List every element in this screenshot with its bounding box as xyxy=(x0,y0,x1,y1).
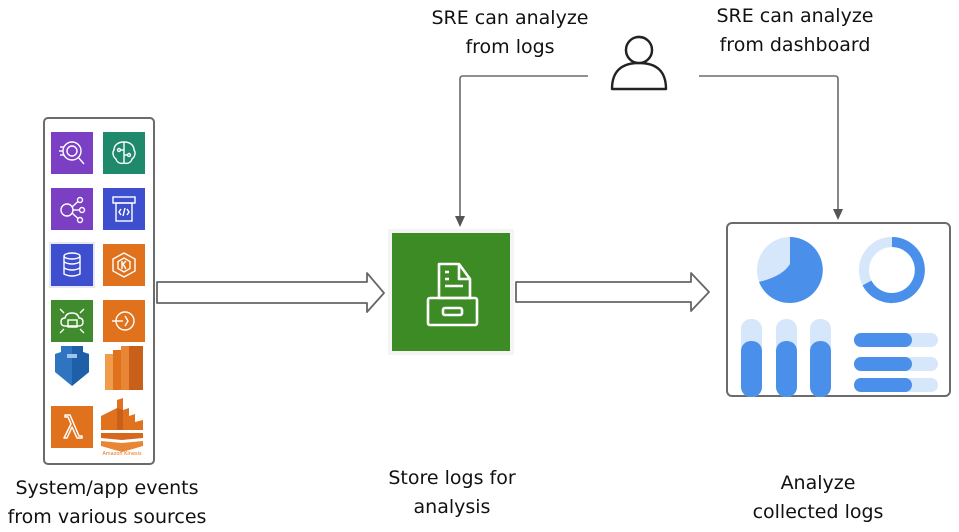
dashboard-icon xyxy=(741,237,938,397)
caption-line: Analyze xyxy=(780,472,856,494)
hbar-fill xyxy=(854,357,912,371)
user-icon[interactable] xyxy=(608,32,670,92)
network-graph-icon xyxy=(51,188,93,230)
note-line: from dashboard xyxy=(719,34,871,56)
arrowhead-to-dashboard xyxy=(833,209,843,220)
cloud-folder-icon xyxy=(51,300,93,342)
hbar-fill xyxy=(854,378,912,392)
caption-line: Store logs for xyxy=(388,467,516,489)
caption-store: Store logs for analysis xyxy=(367,464,537,522)
database-icon xyxy=(51,244,93,286)
connector-actor-to-dashboard xyxy=(699,75,839,209)
connector-actor-to-store xyxy=(459,75,588,216)
kubernetes-icon xyxy=(103,244,145,286)
log-store[interactable] xyxy=(388,229,514,355)
kinesis-icon: Amazon Kinesis xyxy=(97,396,147,462)
caption-analyze: Analyze collected logs xyxy=(733,469,903,527)
bar-fill xyxy=(810,341,831,397)
caption-line: from various sources xyxy=(7,506,207,528)
monitoring-gauge-icon xyxy=(103,300,145,342)
note-line: SRE can analyze xyxy=(716,5,874,27)
hbar-fill xyxy=(854,333,912,347)
caption-line: analysis xyxy=(413,496,491,518)
caption-line: System/app events xyxy=(15,477,199,499)
bar-fill xyxy=(741,341,762,397)
note-line: SRE can analyze xyxy=(431,7,589,29)
kinesis-caption: Amazon Kinesis xyxy=(102,451,142,457)
note-sre-logs: SRE can analyze from logs xyxy=(425,4,595,62)
block-arrow-sources-to-store xyxy=(156,272,385,313)
event-sources-panel: Amazon Kinesis xyxy=(43,117,155,465)
caption-line: collected logs xyxy=(752,501,884,523)
analytics-dashboard[interactable] xyxy=(726,222,951,397)
ec2-compute-icon xyxy=(101,344,147,394)
storage-gateway-icon xyxy=(51,344,93,386)
bar-fill xyxy=(776,341,797,397)
log-archive-icon xyxy=(392,233,510,351)
note-sre-dashboard: SRE can analyze from dashboard xyxy=(705,2,885,60)
api-code-icon xyxy=(103,188,145,230)
arrowhead-to-store xyxy=(455,216,465,227)
note-line: from logs xyxy=(465,36,555,58)
block-arrow-store-to-dashboard xyxy=(515,272,710,312)
lambda-icon xyxy=(51,406,93,448)
brain-ml-icon xyxy=(103,132,145,174)
caption-sources: System/app events from various sources xyxy=(0,474,214,532)
search-analytics-icon xyxy=(51,132,93,174)
